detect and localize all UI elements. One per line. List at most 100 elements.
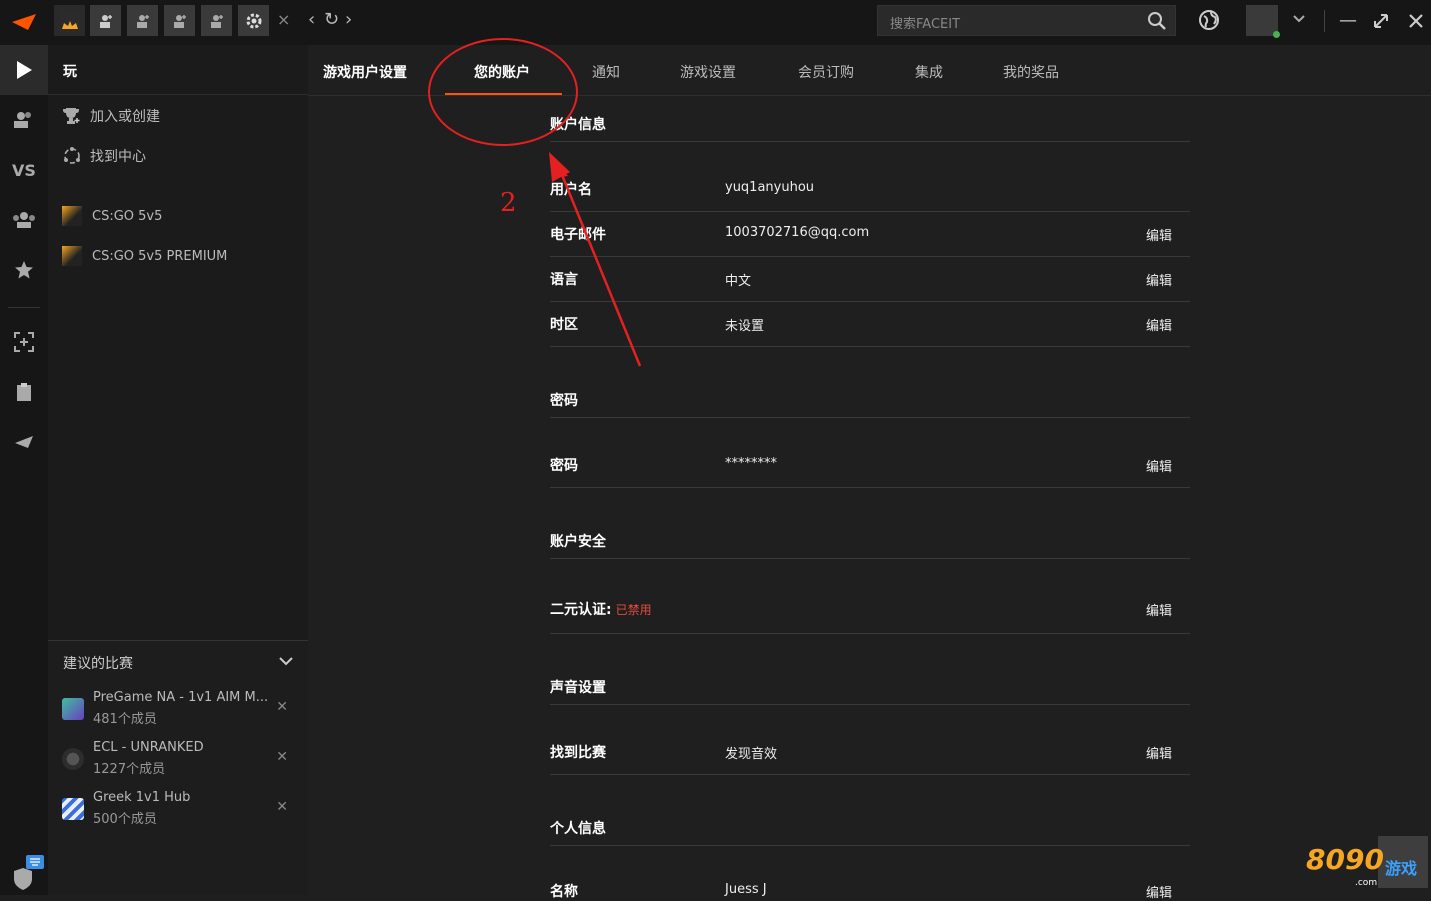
online-status-dot [1273, 31, 1280, 38]
clipboard-nav-button[interactable] [0, 367, 48, 417]
close-party-button[interactable]: × [277, 10, 290, 29]
divider [550, 141, 1190, 142]
teams-nav-button[interactable] [0, 195, 48, 245]
edit-timezone-button[interactable]: 编辑 [1146, 315, 1172, 334]
hub-name: ECL - UNRANKED [93, 740, 204, 755]
tab-my-rewards[interactable]: 我的奖品 [1003, 62, 1059, 82]
search-input[interactable]: 搜索FACEIT [890, 13, 960, 32]
divider [550, 346, 1190, 347]
watermark-cn: 游戏 [1385, 859, 1418, 878]
forward-arrow-icon[interactable]: › [345, 9, 352, 30]
user-avatar[interactable] [1246, 5, 1280, 38]
vs-icon: VS [12, 160, 36, 180]
add-friend-button-4[interactable] [201, 5, 232, 36]
add-friend-button-1[interactable] [90, 5, 121, 36]
find-hub-link[interactable]: 找到中心 [62, 144, 146, 168]
email-value: 1003702716@qq.com [725, 225, 870, 240]
edit-twofa-button[interactable]: 编辑 [1146, 600, 1172, 619]
game-item-csgo-5v5-premium[interactable]: CS:GO 5v5 PREMIUM [62, 244, 227, 268]
hub-members: 1227个成员 [93, 762, 166, 777]
settings-button[interactable] [238, 5, 269, 36]
divider [550, 704, 1190, 705]
join-create-link[interactable]: 加入或创建 [62, 104, 160, 128]
list-item[interactable]: Greek 1v1 Hub 500个成员 ✕ [62, 790, 302, 830]
search-box[interactable]: 搜索FACEIT [877, 5, 1176, 36]
versus-nav-button[interactable]: VS [0, 145, 48, 195]
search-icon[interactable] [1147, 11, 1167, 31]
divider [550, 487, 1190, 488]
section-personal-info: 个人信息 [550, 821, 606, 837]
dismiss-icon[interactable]: ✕ [276, 749, 288, 765]
globe-icon[interactable] [1198, 9, 1220, 31]
language-value: 中文 [725, 274, 752, 289]
watermark-com: .com [1355, 878, 1378, 888]
divider [1324, 10, 1325, 32]
match-found-label: 找到比赛 [550, 745, 606, 761]
tab-game-user-settings[interactable]: 游戏用户设置 [323, 62, 407, 82]
tab-game-settings[interactable]: 游戏设置 [680, 62, 736, 82]
create-nav-button[interactable] [0, 317, 48, 367]
edit-name-button[interactable]: 编辑 [1146, 882, 1172, 901]
team-icon [13, 212, 35, 228]
edit-sound-button[interactable]: 编辑 [1146, 743, 1172, 762]
suggested-title: 建议的比赛 [63, 656, 133, 672]
minimize-icon[interactable]: — [1339, 10, 1357, 31]
watermark-logo: 8090 [1306, 843, 1384, 876]
restore-icon[interactable] [1373, 13, 1389, 29]
game-item-label: CS:GO 5v5 [92, 208, 163, 224]
name-label: 名称 [550, 884, 578, 900]
list-item[interactable]: PreGame NA - 1v1 AIM M... 481个成员 ✕ [62, 690, 302, 730]
profile-avatar-button[interactable] [54, 5, 85, 36]
user-add-icon [136, 14, 149, 28]
timezone-value: 未设置 [725, 319, 765, 334]
twofa-label-text: 二元认证: [550, 602, 612, 618]
twofa-label: 二元认证: 已禁用 [550, 599, 652, 619]
play-nav-button[interactable] [0, 45, 48, 95]
tab-integrations[interactable]: 集成 [915, 62, 943, 82]
faceit-nav-button[interactable] [0, 417, 48, 467]
hub-thumbnail [62, 748, 84, 770]
icon-sidebar: VS [0, 45, 48, 895]
section-sound-settings: 声音设置 [550, 680, 606, 696]
game-item-csgo-5v5[interactable]: CS:GO 5v5 [62, 204, 162, 228]
twofa-status-badge: 已禁用 [615, 603, 652, 617]
tab-subscriptions[interactable]: 会员订购 [798, 62, 854, 82]
shield-icon [14, 855, 44, 890]
edit-language-button[interactable]: 编辑 [1146, 270, 1172, 289]
csgo-game-icon [62, 246, 82, 266]
hub-name: Greek 1v1 Hub [93, 790, 191, 805]
friends-nav-button[interactable] [0, 95, 48, 145]
edit-password-button[interactable]: 编辑 [1146, 456, 1172, 475]
annotation-number: 2 [500, 188, 517, 218]
close-window-icon[interactable] [1408, 13, 1424, 29]
clipboard-icon [17, 383, 31, 401]
divider [550, 301, 1190, 302]
refresh-icon[interactable]: ↻ [324, 9, 339, 30]
user-add-icon [210, 14, 223, 28]
section-password: 密码 [550, 393, 578, 409]
add-friend-button-2[interactable] [127, 5, 158, 36]
title-bar: × ‹ ↻ › 搜索FACEIT — [0, 0, 1431, 45]
user-add-icon [173, 14, 186, 28]
crown-icon [59, 10, 80, 31]
play-panel-header: 玩 [48, 45, 308, 95]
hub-thumbnail [62, 698, 84, 720]
faceit-logo-icon[interactable] [10, 12, 38, 32]
chevron-down-icon[interactable] [1292, 12, 1306, 26]
back-arrow-icon[interactable]: ‹ [308, 9, 315, 30]
anticheat-button[interactable] [12, 855, 44, 895]
favorites-nav-button[interactable] [0, 245, 48, 295]
tab-notifications[interactable]: 通知 [592, 62, 620, 82]
dismiss-icon[interactable]: ✕ [276, 799, 288, 815]
divider [8, 307, 40, 308]
settings-main: 游戏用户设置 您的账户 通知 游戏设置 会员订购 集成 我的奖品 账户信息 用户… [308, 45, 1431, 901]
trophy-icon [63, 108, 80, 124]
edit-email-button[interactable]: 编辑 [1146, 225, 1172, 244]
chevron-down-icon[interactable] [278, 655, 294, 667]
list-item[interactable]: ECL - UNRANKED 1227个成员 ✕ [62, 740, 302, 780]
users-icon [14, 112, 31, 128]
add-friend-button-3[interactable] [164, 5, 195, 36]
gear-icon [246, 13, 261, 28]
timezone-label: 时区 [550, 317, 578, 333]
dismiss-icon[interactable]: ✕ [276, 699, 288, 715]
